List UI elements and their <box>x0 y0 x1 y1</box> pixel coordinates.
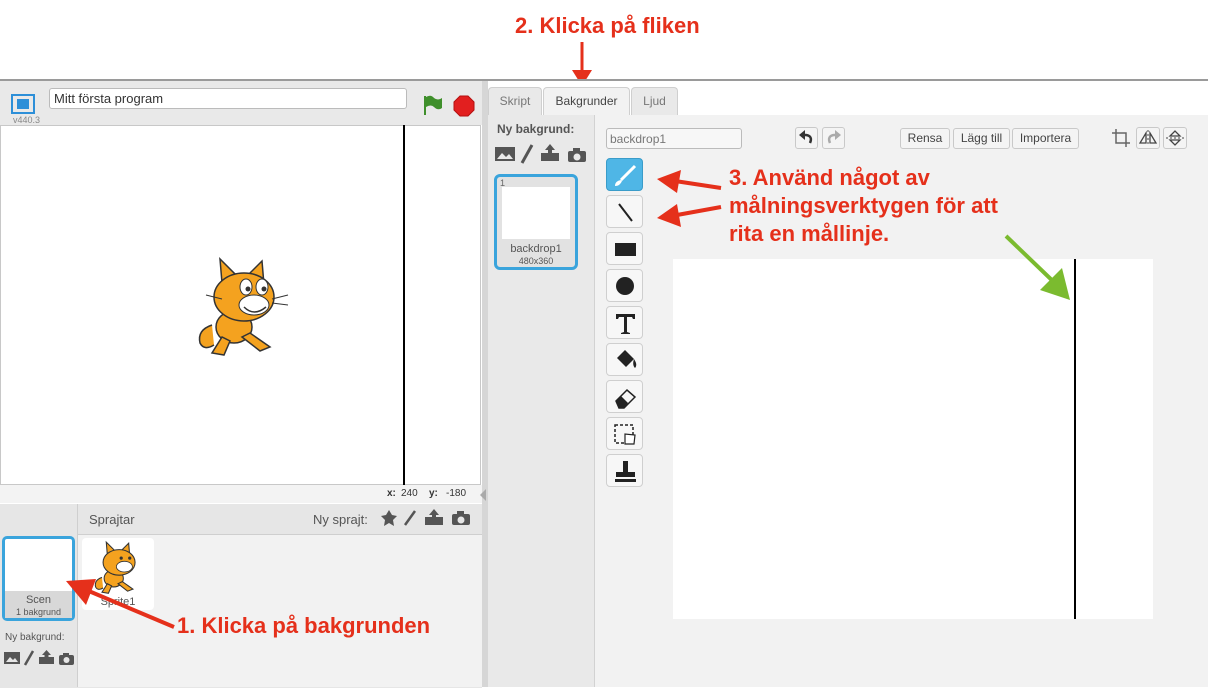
backdrop-item-thumb <box>502 187 570 239</box>
scene-paint-backdrop-icon[interactable] <box>23 650 35 666</box>
x-value: 240 <box>401 488 418 499</box>
flip-vertical-icon <box>1166 130 1184 146</box>
clear-button[interactable]: Rensa <box>900 128 950 149</box>
version-label: v440.3 <box>13 115 41 125</box>
select-tool[interactable] <box>606 417 643 450</box>
project-name-input[interactable] <box>49 88 407 109</box>
flip-vertical-button[interactable] <box>1163 127 1187 149</box>
new-backdrop-label: Ny bakgrund: <box>497 122 575 136</box>
rectangle-icon <box>615 243 636 256</box>
ellipse-tool[interactable] <box>606 269 643 302</box>
rectangle-tool[interactable] <box>606 232 643 265</box>
green-arrow-to-line <box>1004 234 1070 300</box>
x-label: x: <box>387 488 396 499</box>
y-label: y: <box>429 488 438 499</box>
step1-annotation: 1. Klicka på bakgrunden <box>177 613 431 638</box>
tab-sounds[interactable]: Ljud <box>631 87 678 115</box>
fill-tool[interactable] <box>606 343 643 376</box>
sprites-title: Sprajtar <box>89 512 135 527</box>
text-icon <box>616 314 635 334</box>
backdrop-name-input[interactable] <box>606 128 742 149</box>
camera-backdrop-icon[interactable] <box>567 147 587 163</box>
paint-bucket-icon <box>617 350 637 368</box>
brush-icon <box>615 164 637 186</box>
tab-scripts[interactable]: Skript <box>488 87 542 115</box>
paint-backdrop-icon[interactable] <box>520 144 534 164</box>
collapse-stage-icon[interactable] <box>479 488 487 502</box>
scene-new-backdrop-label: Ny bakgrund: <box>5 632 65 643</box>
text-tool[interactable] <box>606 306 643 339</box>
arrow-to-brush <box>657 170 722 193</box>
y-value: -180 <box>446 488 467 499</box>
brush-tool[interactable] <box>606 158 643 191</box>
green-flag-icon[interactable] <box>421 94 443 116</box>
flip-horizontal-button[interactable] <box>1136 127 1160 149</box>
undo-icon <box>799 130 813 144</box>
import-button[interactable]: Importera <box>1012 128 1079 149</box>
backdrop-item-name: backdrop1 <box>510 243 562 255</box>
add-button[interactable]: Lägg till <box>953 128 1010 149</box>
redo-button[interactable] <box>822 127 845 149</box>
arrow-to-line-tool <box>657 204 722 227</box>
undo-button[interactable] <box>795 127 818 149</box>
line-icon <box>618 203 633 222</box>
backdrop-item-size: 480x360 <box>518 256 554 266</box>
crop-icon[interactable] <box>1110 127 1132 149</box>
flip-horizontal-icon <box>1138 130 1158 146</box>
eraser-tool[interactable] <box>606 380 643 413</box>
scene-camera-backdrop-icon[interactable] <box>58 652 75 666</box>
stop-icon[interactable] <box>453 95 475 117</box>
drawn-finish-line <box>1074 259 1076 619</box>
backdrop-item[interactable]: 1 backdrop1 480x360 <box>494 174 578 270</box>
redo-icon <box>827 130 841 144</box>
scene-backdrop-library-icon[interactable] <box>4 651 20 665</box>
scene-upload-backdrop-icon[interactable] <box>38 649 55 665</box>
stage-finish-line <box>403 125 405 485</box>
paint-new-sprite-icon[interactable] <box>402 509 418 527</box>
new-sprite-label: Ny sprajt: <box>313 512 368 527</box>
cat-sprite-on-stage[interactable] <box>192 255 292 360</box>
stamp-icon <box>615 461 636 482</box>
line-tool[interactable] <box>606 195 643 228</box>
upload-backdrop-icon[interactable] <box>540 143 560 162</box>
step3-line2: målningsverktygen för att <box>729 193 998 218</box>
backdrop-library-icon[interactable] <box>495 146 515 162</box>
stamp-tool[interactable] <box>606 454 643 487</box>
step2-annotation: 2. Klicka på fliken <box>515 13 700 38</box>
sprites-header: Sprajtar Ny sprajt: <box>78 504 482 535</box>
fullscreen-icon[interactable] <box>11 94 35 114</box>
step3-line1: 3. Använd något av <box>729 165 930 190</box>
select-hand-icon <box>614 424 636 445</box>
tab-backdrops[interactable]: Bakgrunder <box>543 87 630 116</box>
sprite-library-icon[interactable] <box>380 509 398 527</box>
camera-sprite-icon[interactable] <box>451 510 471 526</box>
ellipse-icon <box>616 277 634 295</box>
step3-line3: rita en mållinje. <box>729 221 890 246</box>
arrow-to-scene <box>66 579 175 629</box>
coordinates-bar: x: 240 y: -180 <box>0 485 482 503</box>
paint-canvas[interactable] <box>673 259 1153 619</box>
eraser-icon <box>615 388 637 409</box>
upload-sprite-icon[interactable] <box>424 508 444 526</box>
